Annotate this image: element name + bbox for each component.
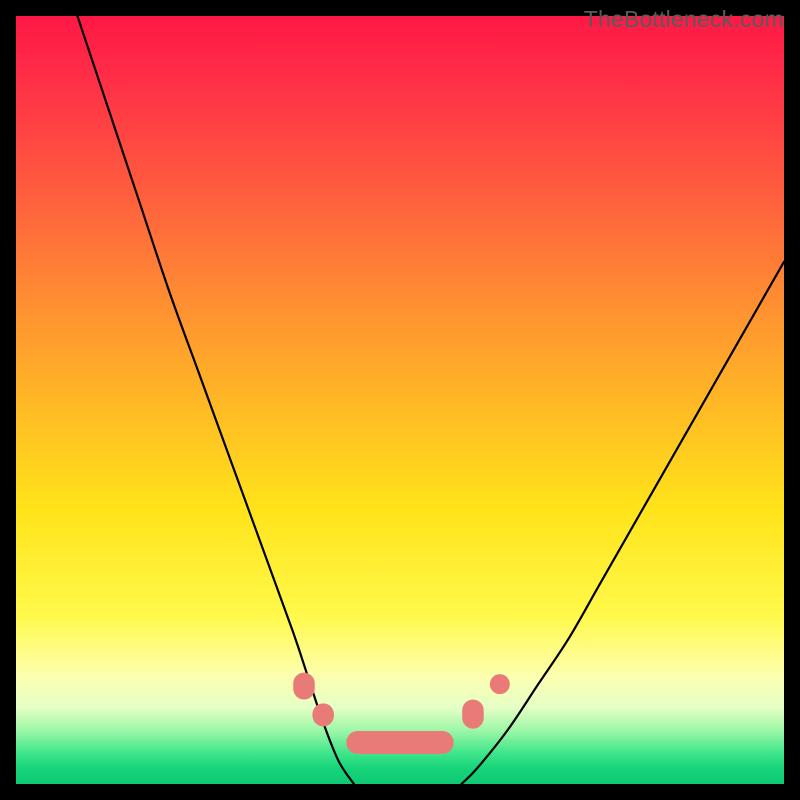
marker-3	[462, 700, 484, 729]
marker-1	[312, 703, 334, 726]
marker-0	[293, 673, 315, 700]
marker-4	[490, 674, 510, 694]
watermark-text: TheBottleneck.com	[584, 6, 784, 33]
marker-layer	[293, 673, 510, 754]
curve-layer	[77, 16, 784, 784]
marker-2	[346, 731, 454, 754]
curve-left-curve	[77, 16, 353, 784]
bottleneck-chart	[16, 16, 784, 784]
curve-right-curve	[461, 262, 784, 784]
